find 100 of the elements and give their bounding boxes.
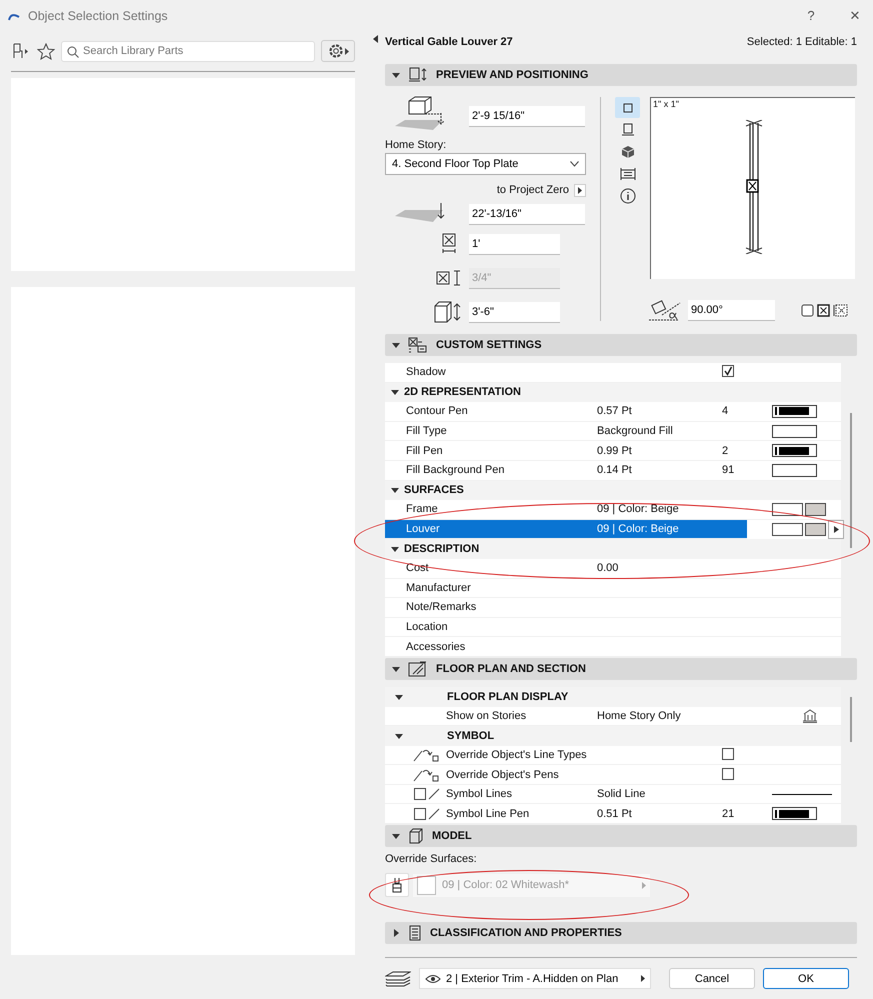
surface-swatch[interactable]	[772, 522, 803, 536]
top-height-field[interactable]: 2'-9 15/16"	[469, 106, 585, 126]
fill-swatch[interactable]	[772, 464, 817, 477]
parameter-name: Contour Pen	[406, 405, 469, 418]
ok-button[interactable]: OK	[763, 968, 849, 990]
parameter-value[interactable]: 0.51 Pt	[597, 808, 632, 820]
search-icon	[67, 46, 79, 58]
collapse-triangle-icon[interactable]	[392, 341, 400, 349]
parameter-name: Override Object's Line Types	[446, 748, 588, 761]
parameter-name: Location	[406, 621, 449, 634]
pen-swatch[interactable]	[772, 404, 817, 418]
cancel-button[interactable]: Cancel	[669, 968, 755, 990]
section-header[interactable]: CLASSIFICATION AND PROPERTIES	[385, 922, 857, 944]
layer-dropdown[interactable]: 2 | Exterior Trim - A.Hidden on Plan	[419, 968, 651, 990]
close-button[interactable]: ✕	[837, 2, 873, 30]
cube-icon	[620, 144, 634, 158]
collapse-triangle-icon[interactable]	[392, 832, 400, 840]
group-title: FLOOR PLAN DISPLAY	[447, 690, 568, 703]
parameter-name: Louver	[406, 523, 441, 536]
section-header[interactable]: CUSTOM SETTINGS	[385, 334, 857, 356]
mirror-dashed-icon[interactable]	[833, 304, 848, 316]
section-header[interactable]: PREVIEW AND POSITIONING	[385, 64, 857, 86]
floor-plan-icon	[408, 660, 428, 677]
parameter-name: Symbol Line Pen	[446, 808, 530, 820]
expand-triangle-icon[interactable]	[392, 929, 400, 938]
parameter-value[interactable]: 0.99 Pt	[597, 444, 632, 457]
home-story-dropdown[interactable]: 4. Second Floor Top Plate	[385, 153, 586, 175]
custom-settings-icon	[408, 337, 428, 353]
parameter-name: Shadow	[406, 366, 447, 378]
mirror-off-icon[interactable]	[801, 304, 814, 316]
object-name: Vertical Gable Louver 27	[385, 36, 513, 48]
list-icon	[620, 166, 636, 180]
parameter-name: Frame	[406, 503, 439, 516]
collapse-triangle-icon[interactable]	[392, 71, 400, 79]
window-title: Object Selection Settings	[28, 8, 169, 22]
collapse-triangle-icon[interactable]	[395, 732, 403, 740]
parameter-value[interactable]: 0.00	[597, 562, 618, 574]
height-field[interactable]: 3'-6"	[469, 302, 560, 322]
elevation-field[interactable]: 22'-13/16"	[469, 204, 585, 224]
paint-brush-button[interactable]	[385, 873, 409, 898]
eye-icon	[425, 974, 441, 984]
arrow-button[interactable]	[828, 520, 844, 539]
brush-icon	[391, 877, 403, 894]
pen-number[interactable]: 21	[722, 808, 734, 820]
pen-swatch[interactable]	[772, 444, 817, 458]
section-header[interactable]: MODEL	[385, 825, 857, 848]
cube-icon	[408, 828, 424, 844]
reference-label: to Project Zero	[496, 184, 569, 196]
checkbox[interactable]	[722, 365, 734, 378]
checkbox[interactable]	[722, 748, 734, 760]
caret-icon	[344, 48, 348, 54]
parameter-value[interactable]: 09 | Color: Beige	[597, 503, 679, 516]
checkbox[interactable]	[414, 808, 426, 820]
width-field[interactable]: 1'	[469, 234, 560, 254]
parameter-value[interactable]: Background Fill	[597, 425, 673, 438]
material-swatch[interactable]	[805, 522, 826, 536]
plan-view-button[interactable]	[615, 97, 640, 118]
parameter-value[interactable]: 0.14 Pt	[597, 464, 632, 476]
rotation-angle-field[interactable]: 90.00°	[688, 300, 775, 320]
parameter-value[interactable]: 0.57 Pt	[597, 405, 632, 418]
parameter-name: Fill Pen	[406, 444, 444, 457]
search-field[interactable]: Search Library Parts	[61, 40, 315, 62]
caret-icon	[578, 186, 582, 194]
parameter-name: Note/Remarks	[406, 601, 478, 614]
parameter-value[interactable]: 09 | Color: Beige	[597, 523, 679, 536]
surface-swatch[interactable]	[772, 502, 803, 516]
collapse-triangle-icon[interactable]	[391, 486, 399, 494]
collapse-arrow-icon[interactable]	[373, 35, 378, 43]
fill-swatch[interactable]	[772, 424, 817, 438]
info-icon	[620, 188, 636, 204]
section-header[interactable]: FLOOR PLAN AND SECTION	[385, 658, 857, 680]
height-icon	[433, 300, 463, 324]
pen-number[interactable]: 4	[722, 405, 728, 418]
collapse-triangle-icon[interactable]	[391, 545, 399, 554]
group-title: 2D REPRESENTATION	[404, 386, 521, 398]
checkbox[interactable]	[414, 788, 426, 800]
pen-number[interactable]: 91	[722, 464, 734, 476]
checkbox[interactable]	[722, 768, 734, 780]
pen-swatch[interactable]	[772, 807, 817, 820]
parameter-value[interactable]: Solid Line	[597, 788, 646, 800]
mirror-x-icon[interactable]	[817, 304, 830, 316]
parameter-name: Symbol Lines	[446, 788, 514, 800]
pen-number[interactable]: 2	[722, 444, 728, 457]
collapse-triangle-icon[interactable]	[392, 664, 400, 673]
document-icon	[408, 925, 422, 942]
gear-icon	[328, 43, 344, 59]
collapse-triangle-icon[interactable]	[391, 388, 399, 396]
star-icon[interactable]	[37, 42, 55, 60]
caret-icon	[642, 882, 646, 889]
reference-arrow-button[interactable]	[574, 184, 586, 196]
parameter-value[interactable]: Home Story Only	[597, 710, 681, 722]
group-title: SYMBOL	[447, 730, 494, 742]
settings-button[interactable]	[321, 40, 355, 62]
material-swatch[interactable]	[805, 502, 826, 516]
help-button[interactable]: ?	[793, 2, 829, 30]
override-icon	[412, 768, 440, 782]
square-icon	[622, 102, 632, 112]
collapse-triangle-icon[interactable]	[395, 692, 403, 701]
stories-icon[interactable]	[802, 708, 818, 723]
parameter-name: Show on Stories	[446, 710, 528, 722]
